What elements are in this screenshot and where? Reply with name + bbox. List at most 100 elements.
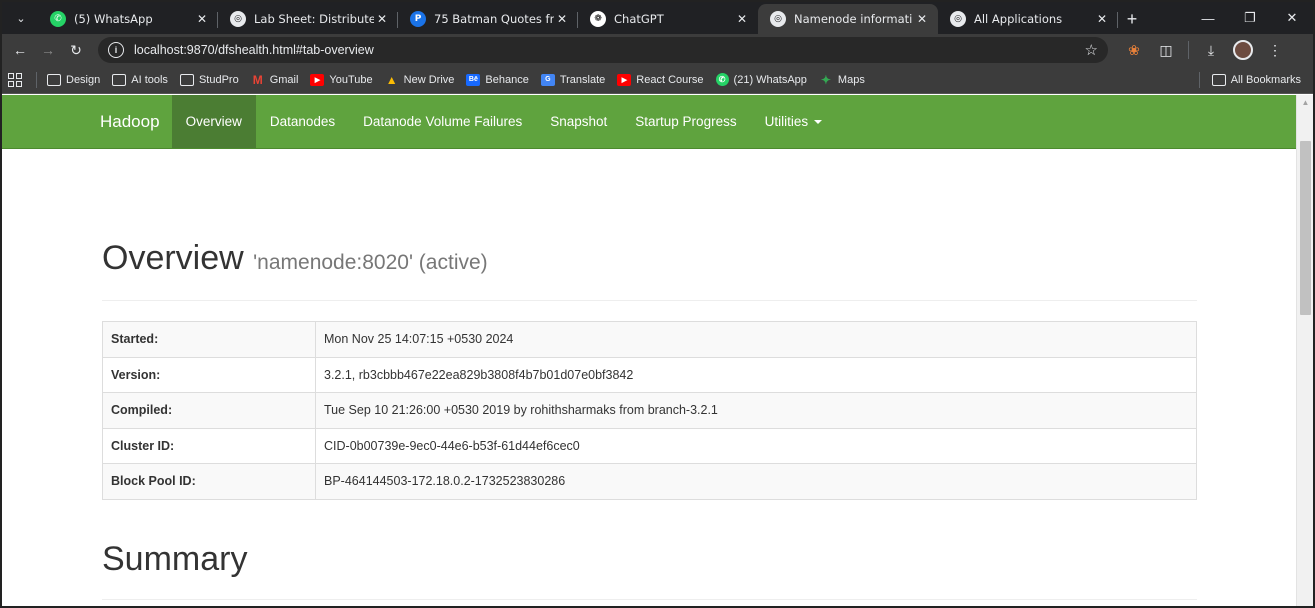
bookmarks-bar: Design AI tools StudPro M Gmail ▶ YouTube … bbox=[2, 66, 1313, 94]
whatsapp-icon: ✆ bbox=[715, 73, 729, 86]
vertical-scrollbar[interactable]: ▲ bbox=[1296, 95, 1313, 606]
divider bbox=[102, 598, 1197, 600]
folder-icon bbox=[47, 73, 61, 86]
whatsapp-icon: ✆ bbox=[50, 11, 66, 27]
tab-title: All Applications bbox=[974, 12, 1063, 26]
bookmark-design[interactable]: Design bbox=[47, 73, 101, 86]
minimize-button[interactable]: — bbox=[1187, 2, 1229, 34]
folder-icon bbox=[112, 73, 127, 86]
menu-button[interactable]: ⋮ bbox=[1261, 36, 1289, 64]
address-bar[interactable]: i localhost:9870/dfshealth.html#tab-over… bbox=[98, 37, 1108, 63]
all-bookmarks[interactable]: All Bookmarks bbox=[1198, 71, 1301, 88]
window-controls: — ❐ ✕ bbox=[1187, 2, 1313, 34]
scroll-up-icon[interactable]: ▲ bbox=[1297, 95, 1313, 110]
folder-icon bbox=[1211, 73, 1226, 86]
all-bookmarks-label: All Bookmarks bbox=[1230, 73, 1301, 86]
close-icon[interactable]: ✕ bbox=[1094, 12, 1110, 26]
nav-utilities-label: Utilities bbox=[764, 114, 809, 129]
new-tab-button[interactable]: + bbox=[1118, 5, 1146, 33]
nav-snapshot[interactable]: Snapshot bbox=[536, 95, 621, 148]
bookmark-new-drive[interactable]: ▲ New Drive bbox=[385, 72, 455, 87]
bookmark-label: Gmail bbox=[269, 73, 299, 86]
tab-strip: ⌄ ✆ (5) WhatsApp ✕ ◎ Lab Sheet: Distribu… bbox=[2, 2, 1313, 34]
bookmark-star-icon[interactable]: ☆ bbox=[1085, 41, 1098, 59]
avatar bbox=[1233, 40, 1253, 60]
tab-title: ChatGPT bbox=[614, 12, 664, 26]
globe-icon: ◎ bbox=[770, 11, 786, 27]
overview-table: Started: Mon Nov 25 14:07:15 +0530 2024 … bbox=[102, 321, 1197, 500]
overview-heading: Overview 'namenode:8020' (active) bbox=[102, 239, 1197, 278]
bookmarks-divider bbox=[36, 71, 37, 88]
bookmark-label: New Drive bbox=[403, 73, 455, 86]
nav-utilities-dropdown[interactable]: Utilities bbox=[751, 95, 837, 148]
bookmark-behance[interactable]: Bē Behance bbox=[466, 73, 529, 86]
close-icon[interactable]: ✕ bbox=[554, 12, 570, 26]
youtube-icon: ▶ bbox=[617, 73, 632, 86]
close-icon[interactable]: ✕ bbox=[734, 12, 750, 26]
tab-whatsapp[interactable]: ✆ (5) WhatsApp ✕ bbox=[38, 4, 218, 34]
row-key: Block Pool ID: bbox=[102, 463, 316, 500]
back-button[interactable]: ← bbox=[6, 36, 34, 64]
table-row: Cluster ID: CID-0b00739e-9ec0-44e6-b53f-… bbox=[102, 427, 1197, 464]
bookmark-label: Behance bbox=[485, 73, 529, 86]
caret-down-icon bbox=[814, 119, 823, 124]
nav-overview[interactable]: Overview bbox=[171, 95, 256, 148]
row-value: CID-0b00739e-9ec0-44e6-b53f-61d44ef6cec0 bbox=[315, 427, 1197, 464]
bookmark-label: StudPro bbox=[198, 73, 239, 86]
minimize-icon: — bbox=[1201, 10, 1215, 26]
row-value: BP-464144503-172.18.0.2-1732523830286 bbox=[315, 463, 1197, 500]
bookmark-maps[interactable]: ✦ Maps bbox=[819, 73, 865, 87]
table-row: Version: 3.2.1, rb3cbbb467e22ea829b3808f… bbox=[102, 356, 1197, 393]
row-value: Tue Sep 10 21:26:00 +0530 2019 by rohith… bbox=[315, 392, 1197, 429]
forward-button[interactable]: → bbox=[34, 36, 62, 64]
close-icon[interactable]: ✕ bbox=[374, 12, 390, 26]
tab-namenode[interactable]: ◎ Namenode informati ✕ bbox=[758, 4, 938, 34]
translate-icon: G bbox=[540, 73, 555, 86]
restore-button[interactable]: ❐ bbox=[1229, 2, 1271, 34]
close-window-button[interactable]: ✕ bbox=[1271, 2, 1313, 34]
site-info-icon[interactable]: i bbox=[108, 42, 124, 58]
tab-batman-quotes[interactable]: P 75 Batman Quotes fro ✕ bbox=[398, 4, 578, 34]
bookmark-ai-tools[interactable]: AI tools bbox=[112, 73, 168, 86]
row-key: Cluster ID: bbox=[102, 427, 316, 464]
bookmark-whatsapp[interactable]: ✆ (21) WhatsApp bbox=[715, 73, 807, 86]
divider bbox=[102, 300, 1197, 301]
gmail-icon: M bbox=[252, 72, 263, 87]
main-content: Overview 'namenode:8020' (active) Starte… bbox=[102, 149, 1197, 600]
row-key: Started: bbox=[102, 321, 316, 358]
profile-button[interactable] bbox=[1229, 36, 1257, 64]
bookmark-gmail[interactable]: M Gmail bbox=[251, 72, 299, 87]
drive-icon: ▲ bbox=[385, 72, 398, 87]
table-row: Started: Mon Nov 25 14:07:15 +0530 2024 bbox=[102, 321, 1197, 358]
reload-button[interactable]: ↻ bbox=[62, 36, 90, 64]
downloads-button[interactable]: ⤓ bbox=[1197, 36, 1225, 64]
extensions-button[interactable]: ◫ bbox=[1152, 36, 1180, 64]
bookmark-youtube[interactable]: ▶ YouTube bbox=[310, 73, 373, 86]
hadoop-navbar: Hadoop Overview Datanodes Datanode Volum… bbox=[2, 95, 1296, 149]
chevron-down-icon: ⌄ bbox=[16, 12, 26, 25]
close-icon[interactable]: ✕ bbox=[914, 12, 930, 26]
puzzle-icon: ◫ bbox=[1159, 41, 1173, 58]
bookmark-react-course[interactable]: ▶ React Course bbox=[617, 73, 704, 86]
bookmark-label: Translate bbox=[559, 73, 606, 86]
navbar-brand[interactable]: Hadoop bbox=[89, 95, 172, 148]
namenode-subtitle: 'namenode:8020' (active) bbox=[253, 251, 488, 274]
nav-datanodes[interactable]: Datanodes bbox=[256, 95, 349, 148]
nav-startup-progress[interactable]: Startup Progress bbox=[621, 95, 750, 148]
tab-divider bbox=[1117, 12, 1118, 28]
tab-all-applications[interactable]: ◎ All Applications ✕ bbox=[938, 4, 1118, 34]
close-icon[interactable]: ✕ bbox=[194, 12, 210, 26]
tab-chatgpt[interactable]: ❁ ChatGPT ✕ bbox=[578, 4, 758, 34]
nav-datanode-volume-failures[interactable]: Datanode Volume Failures bbox=[349, 95, 536, 148]
row-value: 3.2.1, rb3cbbb467e22ea829b3808f4b7b01d07… bbox=[315, 356, 1197, 393]
scrollbar-thumb[interactable] bbox=[1300, 141, 1311, 315]
browser-window: ⌄ ✆ (5) WhatsApp ✕ ◎ Lab Sheet: Distribu… bbox=[0, 0, 1315, 608]
bookmark-label: Design bbox=[66, 73, 101, 86]
bookmark-translate[interactable]: G Translate bbox=[540, 73, 606, 86]
bookmark-studpro[interactable]: StudPro bbox=[179, 73, 239, 86]
apps-grid-icon[interactable] bbox=[8, 72, 22, 87]
url-text[interactable]: localhost:9870/dfshealth.html#tab-overvi… bbox=[134, 43, 1085, 57]
tab-search-button[interactable]: ⌄ bbox=[8, 5, 34, 31]
extension-button[interactable]: ❀ bbox=[1120, 36, 1148, 64]
tab-lab-sheet[interactable]: ◎ Lab Sheet: Distributed ✕ bbox=[218, 4, 398, 34]
